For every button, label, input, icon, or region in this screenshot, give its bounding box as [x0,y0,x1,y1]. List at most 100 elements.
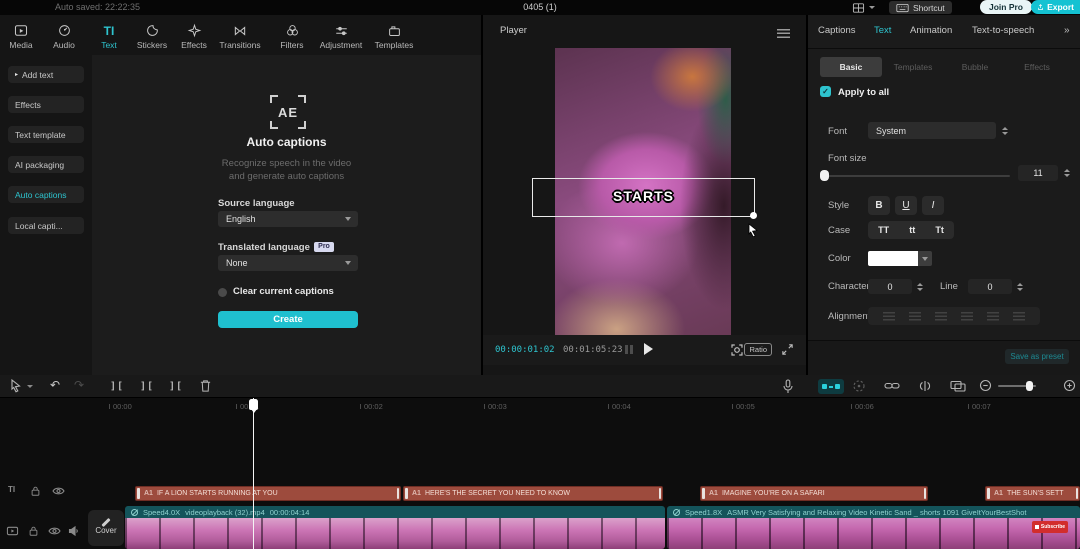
more-tabs-icon[interactable]: » [1064,25,1070,36]
toolbar-tab-templates[interactable]: Templates [364,21,424,50]
translated-language-select[interactable]: None [218,255,358,271]
chevron-down-icon[interactable] [869,6,875,9]
auto-preview-icon[interactable] [852,379,866,393]
font-size-slider-knob[interactable] [820,170,829,181]
delete-right-icon[interactable]: ][ [169,381,183,392]
undo-icon[interactable]: ↶ [50,378,60,392]
zoom-out-icon[interactable] [979,379,992,392]
select-tool-icon[interactable] [10,379,22,393]
line-stepper[interactable] [1015,279,1024,294]
tab-text-to-speech[interactable]: Text-to-speech [972,25,1034,36]
lowercase-button[interactable]: tt [909,225,915,235]
color-dropdown[interactable] [918,251,932,266]
tab-captions[interactable]: Captions [818,25,856,36]
subtab-templates[interactable]: Templates [882,57,944,77]
apply-to-all-checkbox[interactable]: ✓ [820,86,831,97]
chevron-down-icon [345,217,351,221]
create-button[interactable]: Create [218,311,358,328]
pause-icon[interactable] [625,345,633,354]
character-spacing-input[interactable]: 0 [868,279,912,294]
clear-captions-checkbox[interactable] [218,288,227,297]
delete-left-icon[interactable]: ][ [140,381,154,392]
ratio-button[interactable]: Ratio [744,343,772,356]
sidebar-item-auto-captions[interactable]: Auto captions [8,186,84,203]
eye-icon[interactable] [52,486,65,496]
lock-icon[interactable] [30,485,41,497]
video-clip[interactable]: Speed4.0X videoplayback (32).mp4 00:00:0… [125,506,665,549]
line-spacing-input[interactable]: 0 [968,279,1012,294]
eye-icon[interactable] [48,526,61,536]
sidebar-item-text-template[interactable]: Text template [8,126,84,143]
fullscreen-icon[interactable] [781,343,794,356]
toolbar-tab-transitions[interactable]: Transitions [210,21,270,50]
snap-glyph [835,384,840,389]
caption-clip[interactable]: A1 IF A LION STARTS RUNNING AT YOU [135,486,401,501]
playhead-handle[interactable] [249,399,258,410]
font-stepper[interactable] [1000,123,1009,139]
video-clip[interactable]: Speed1.8X ASMR Very Satisfying and Relax… [667,506,1080,549]
magnetic-snap-toggle[interactable] [818,379,844,394]
subtab-bubble[interactable]: Bubble [944,57,1006,77]
tab-text[interactable]: Text [874,25,891,36]
bold-button[interactable]: B [868,196,890,215]
export-button[interactable]: Export [1031,0,1080,14]
redo-icon[interactable]: ↷ [74,378,84,392]
delete-icon[interactable] [199,379,212,393]
align-top-icon[interactable] [961,312,973,321]
quality-preview-icon[interactable] [730,343,744,357]
caption-clip[interactable]: A1 HERE'S THE SECRET YOU NEED TO KNOW [403,486,663,501]
caption-clip-text: HERE'S THE SECRET YOU NEED TO KNOW [425,490,570,497]
text-selection-box[interactable] [532,178,755,217]
sidebar-item-add-text[interactable]: ▸ Add text [8,66,84,83]
layout-grid-icon[interactable] [852,2,865,14]
italic-button[interactable]: I [922,196,944,215]
color-swatch[interactable] [868,251,918,266]
zoom-in-icon[interactable] [1063,379,1076,392]
lock-icon[interactable] [28,525,39,537]
align-bottom-icon[interactable] [1013,312,1025,321]
join-pro-button[interactable]: Join Pro [980,0,1032,14]
timeline-ruler[interactable]: 00:00 00:01 00:02 00:03 00:04 00:05 00:0… [0,398,1080,415]
uppercase-button[interactable]: TT [878,225,889,235]
shortcut-button[interactable]: Shortcut [889,1,952,14]
mute-icon[interactable] [68,525,80,537]
titlecase-button[interactable]: Tt [935,225,944,235]
align-center-icon[interactable] [909,312,921,321]
font-size-value[interactable]: 11 [1018,165,1058,181]
split-icon[interactable]: ][ [110,381,124,392]
subtab-effects[interactable]: Effects [1006,57,1068,77]
save-preset-button[interactable]: Save as preset [1005,349,1069,364]
align-middle-icon[interactable] [987,312,999,321]
sidebar-item-ai-packaging[interactable]: AI packaging [8,156,84,173]
toolbar-tab-adjustment[interactable]: Adjustment [311,21,371,50]
subtab-basic[interactable]: Basic [820,57,882,77]
top-bar: Auto saved: 22:22:35 0405 (1) Shortcut J… [0,0,1080,15]
play-button[interactable] [644,343,653,355]
link-clips-icon[interactable] [884,379,900,392]
font-select[interactable]: System [868,122,996,139]
ae-glyph: AE [278,105,298,120]
character-stepper[interactable] [915,279,924,294]
mirror-screen-icon[interactable] [950,379,966,393]
record-voiceover-icon[interactable] [782,379,794,394]
font-size-stepper[interactable] [1062,165,1071,180]
source-language-select[interactable]: English [218,211,358,227]
timeline-zoom-knob[interactable] [1026,381,1033,391]
caption-clip[interactable]: A1 IMAGINE YOU'RE ON A SAFARI [700,486,928,501]
resize-handle[interactable] [750,212,757,219]
align-left-icon[interactable] [883,312,895,321]
cover-button[interactable]: Cover [88,510,124,546]
player-menu-icon[interactable] [777,29,790,38]
total-timecode: 00:01:05:23 [563,345,623,355]
font-size-slider[interactable] [822,175,1010,177]
tab-animation[interactable]: Animation [910,25,952,36]
chevron-down-icon[interactable] [27,385,33,388]
sidebar-item-local-captions[interactable]: Local capti... [8,217,84,234]
playhead-line[interactable] [253,398,254,549]
align-right-icon[interactable] [935,312,947,321]
caption-clip[interactable]: A1 THE SUN'S SETT [985,486,1080,501]
chevron-down-icon [922,257,928,261]
split-view-icon[interactable] [918,379,932,393]
underline-button[interactable]: U [895,196,917,215]
sidebar-item-effects[interactable]: Effects [8,96,84,113]
